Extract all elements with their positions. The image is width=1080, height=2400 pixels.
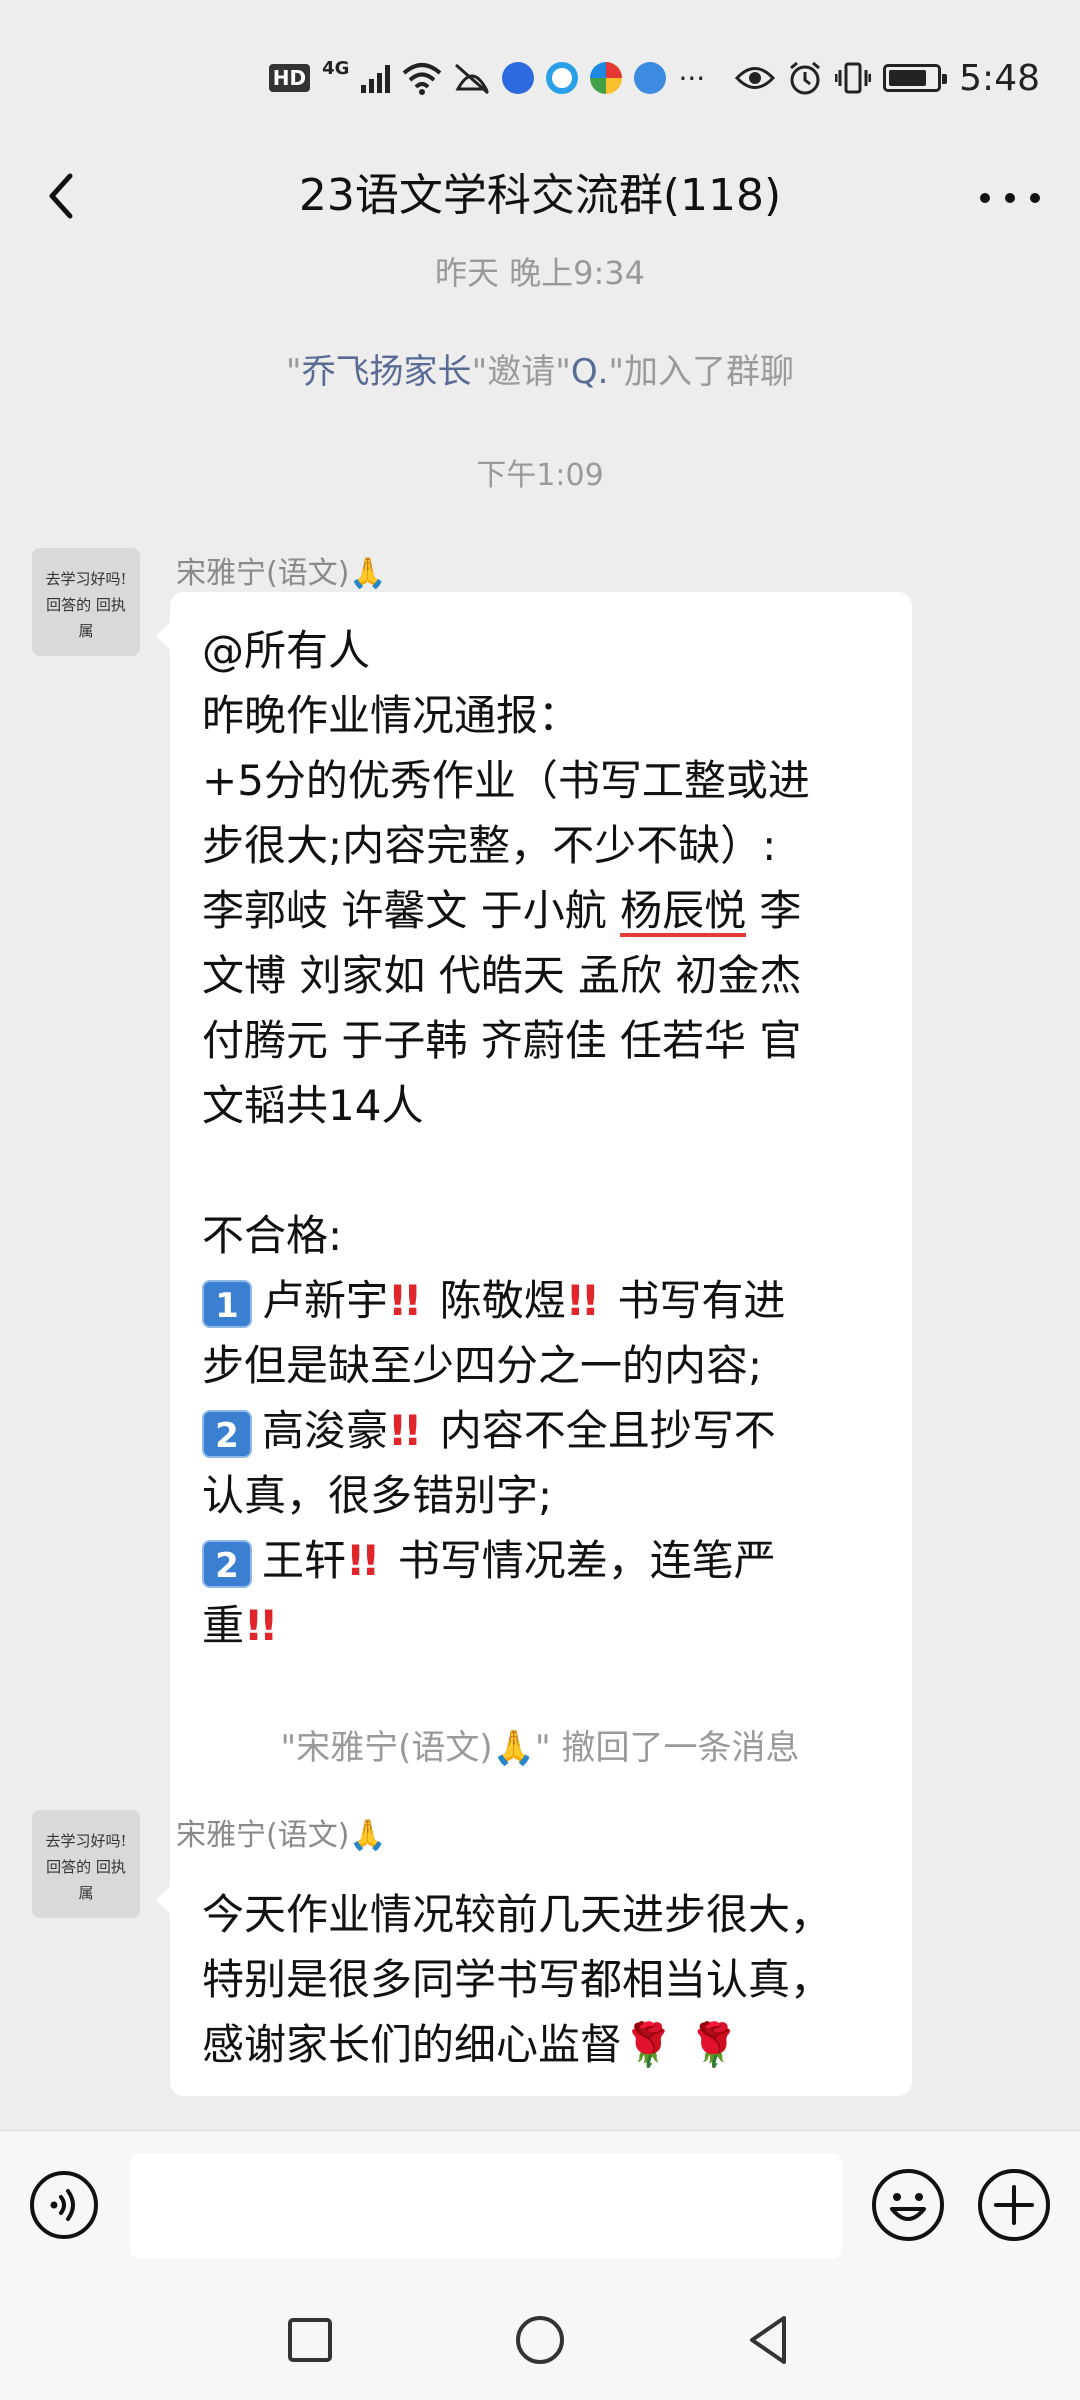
- message-line: 文博 刘家如 代皓天 孟欣 初金杰: [202, 951, 802, 1000]
- keycap-number-icon: 2: [202, 1539, 252, 1588]
- more-notifications-icon: ···: [678, 61, 706, 95]
- message-line: 今天作业情况较前几天进步很大，: [202, 1890, 833, 1939]
- message-line: 不合格:: [202, 1211, 343, 1260]
- plus-icon[interactable]: [976, 2167, 1052, 2243]
- keycap-number-icon: 1: [202, 1279, 252, 1328]
- baidu-app-icon: [502, 62, 535, 94]
- more-options-icon[interactable]: [980, 178, 1040, 218]
- voice-input-icon[interactable]: [28, 2169, 100, 2241]
- double-exclamation-icon: !!: [346, 1536, 380, 1585]
- message-line: 文韬共14人: [202, 1081, 424, 1130]
- double-exclamation-icon: !!: [388, 1276, 422, 1325]
- recent-apps-icon[interactable]: [280, 2310, 340, 2370]
- message-line: 重!!: [202, 1601, 278, 1650]
- message-line: 李郭岐 许馨文 于小航 杨辰悦 李: [202, 886, 802, 935]
- inviter-name[interactable]: 乔飞扬家长: [302, 352, 472, 392]
- back-arrow-icon[interactable]: [36, 168, 92, 224]
- rose-icon: 🌹: [622, 2020, 675, 2069]
- message-line: 2 王轩!! 书写情况差，连笔严: [202, 1528, 880, 1593]
- chat-header: 23语文学科交流群(118): [0, 140, 1080, 252]
- network-type: 4G: [322, 58, 350, 79]
- signal-icon: [361, 63, 391, 93]
- keycap-number-icon: 2: [202, 1409, 252, 1458]
- status-bar: HD 4G ··· 5:48: [0, 0, 1080, 140]
- back-nav-icon[interactable]: [738, 2310, 798, 2370]
- chat-area[interactable]: 昨天 晚上9:34 "乔飞扬家长"邀请"Q."加入了群聊 下午1:09 去学习好…: [0, 252, 1080, 2130]
- message-line: 付腾元 于子韩 齐蔚佳 任若华 官: [202, 1016, 802, 1065]
- recall-notice: "宋雅宁(语文)🙏" 撤回了一条消息: [280, 1728, 800, 1768]
- alarm-icon: [790, 61, 821, 95]
- message-line: 感谢家长们的细心监督🌹 🌹: [202, 2020, 740, 2069]
- message-line: 步但是缺至少四分之一的内容;: [202, 1341, 763, 1390]
- photos-app-icon: [590, 62, 623, 94]
- message-line: 认真，很多错别字;: [202, 1471, 553, 1520]
- double-exclamation-icon: !!: [565, 1276, 600, 1325]
- status-icons: HD 4G ··· 5:48: [268, 57, 1040, 99]
- message-line: 特别是很多同学书写都相当认真，: [202, 1955, 833, 2004]
- message-line: 2 高浚豪!! 内容不全且抄写不: [202, 1398, 880, 1463]
- input-bar: [0, 2130, 1080, 2280]
- sender-name: 宋雅宁(语文)🙏: [176, 1818, 387, 1853]
- join-notice: "乔飞扬家长"邀请"Q."加入了群聊: [285, 352, 795, 392]
- double-exclamation-icon: !!: [244, 1601, 278, 1650]
- underlined-name: 杨辰悦: [620, 886, 747, 935]
- browser-app-icon: [546, 62, 579, 94]
- avatar[interactable]: 去学习好吗! 回答的 回执属: [32, 1810, 140, 1918]
- message-line: @所有人: [202, 626, 371, 675]
- message-line: +5分的优秀作业（书写工整或进: [202, 756, 810, 805]
- battery-icon: [883, 64, 948, 92]
- wifi-icon: [403, 63, 442, 95]
- globe-app-icon: [634, 62, 667, 94]
- message-input[interactable]: [130, 2153, 842, 2259]
- vibrate-icon: [835, 62, 872, 94]
- mute-notification-icon: [455, 63, 490, 95]
- timestamp-cut: 昨天 晚上9:34: [434, 254, 646, 292]
- message-line: 昨晚作业情况通报：: [202, 691, 581, 740]
- message-bubble[interactable]: 今天作业情况较前几天进步很大， 特别是很多同学书写都相当认真， 感谢家长们的细心…: [156, 1856, 912, 2096]
- message-line: 1 卢新宇!! 陈敬煜!! 书写有进: [202, 1268, 880, 1333]
- system-nav-bar: [0, 2280, 1080, 2400]
- avatar[interactable]: 去学习好吗! 回答的 回执属: [32, 548, 140, 656]
- home-icon[interactable]: [510, 2310, 570, 2370]
- sender-name: 宋雅宁(语文)🙏: [176, 556, 387, 591]
- invitee-name[interactable]: Q.: [571, 352, 609, 392]
- group-title: 23语文学科交流群(118): [298, 170, 782, 221]
- emoji-icon[interactable]: [870, 2167, 946, 2243]
- eye-icon: [735, 67, 776, 89]
- rose-icon: 🌹: [687, 2020, 740, 2069]
- clock: 5:48: [959, 57, 1040, 99]
- message-line: 步很大;内容完整，不少不缺）:: [202, 821, 777, 870]
- double-exclamation-icon: !!: [388, 1406, 422, 1455]
- timestamp: 下午1:09: [476, 458, 604, 493]
- hd-voice-icon: HD: [268, 64, 311, 92]
